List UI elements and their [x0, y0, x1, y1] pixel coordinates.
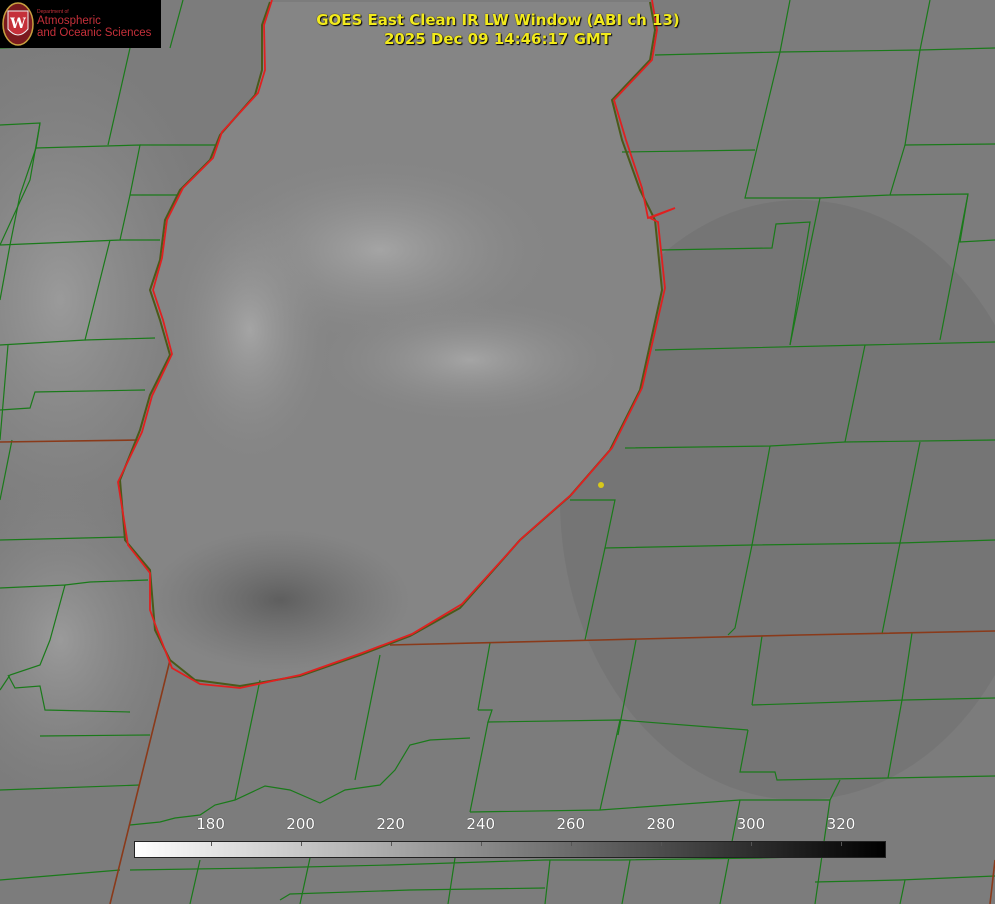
colorbar-tick-label: 180 [196, 815, 225, 833]
colorbar-tick-label: 200 [286, 815, 315, 833]
image-title: GOES East Clean IR LW Window (ABI ch 13)… [0, 11, 995, 49]
colorbar-tick-mark [750, 842, 752, 846]
colorbar-tick-mark [390, 842, 392, 846]
colorbar-tick-mark [570, 842, 572, 846]
colorbar-tick-label: 260 [556, 815, 586, 833]
colorbar-tick-mark [210, 842, 212, 846]
colorbar [134, 841, 886, 858]
colorbar-tick-mark [660, 842, 662, 846]
colorbar-tick-mark [300, 842, 302, 846]
station-marker [598, 482, 604, 488]
colorbar-tick-label: 300 [736, 815, 766, 833]
colorbar-tick-label: 220 [376, 815, 405, 833]
colorbar-tick-mark [840, 842, 842, 846]
colorbar-tick-label: 280 [646, 815, 676, 833]
colorbar-tick-labels: 180 200 220 240 260 280 300 320 [0, 815, 995, 837]
satellite-map-view: W Department of Atmospheric and Oceanic … [0, 0, 995, 904]
colorbar-tick-label: 240 [466, 815, 496, 833]
title-product: GOES East Clean IR LW Window (ABI ch 13) [316, 11, 680, 29]
cloud-band-center [320, 300, 620, 420]
satellite-imagery-map [0, 0, 995, 904]
colorbar-tick-mark [480, 842, 482, 846]
colorbar-tick-label: 320 [826, 815, 856, 833]
cloud-band-west [170, 200, 330, 460]
title-timestamp: 2025 Dec 09 14:46:17 GMT [383, 30, 612, 48]
